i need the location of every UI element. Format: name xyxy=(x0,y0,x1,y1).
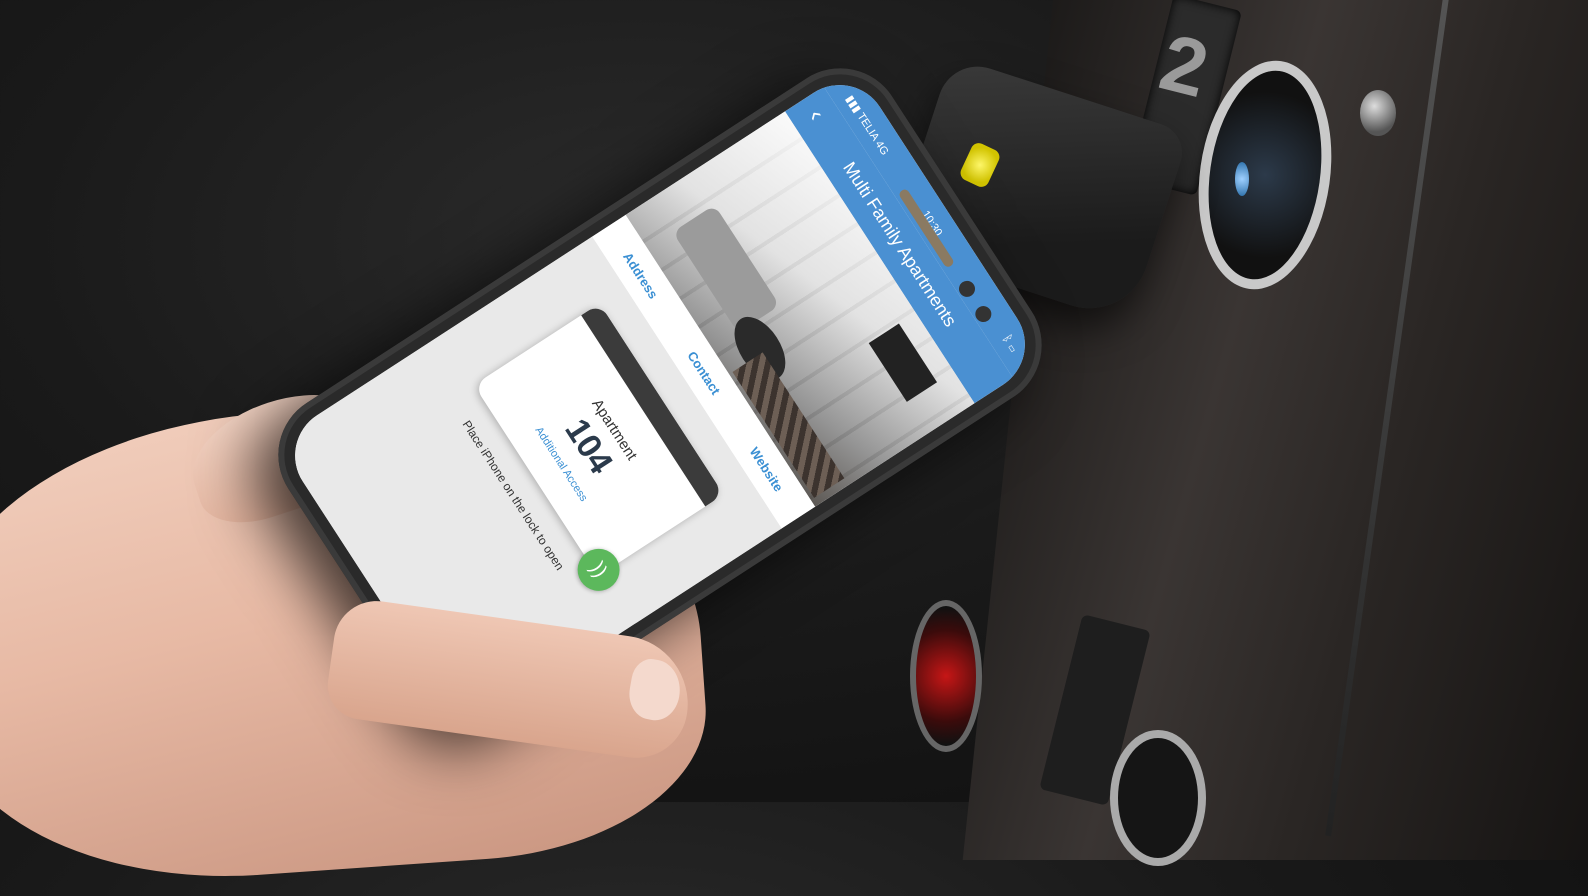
button-indicator-light xyxy=(1235,162,1249,196)
elevator-lower-button[interactable] xyxy=(1110,730,1206,866)
panel-screw xyxy=(1360,90,1396,136)
photo-scene: 2 ▮▮▮ TELIA 4G 10:30 ᛒ ▭ ‹ Multi Family … xyxy=(0,0,1588,896)
elevator-alarm-button[interactable] xyxy=(910,600,982,752)
photo-tv xyxy=(868,323,938,402)
